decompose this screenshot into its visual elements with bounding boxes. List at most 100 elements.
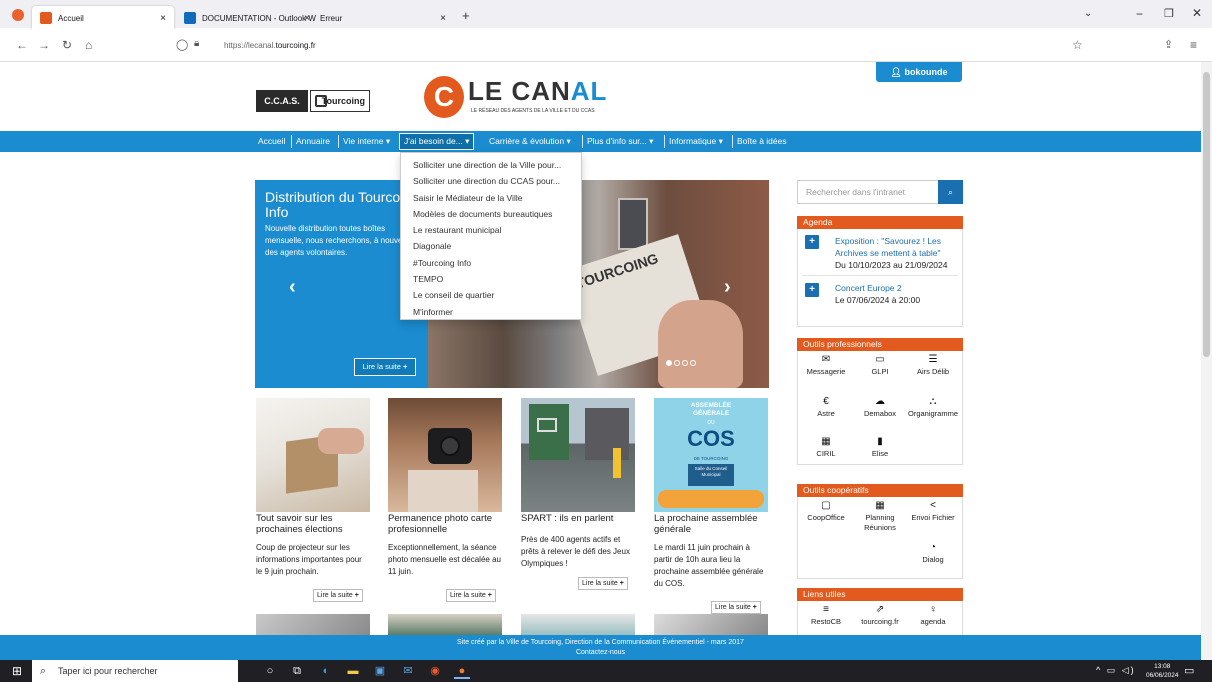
back-icon[interactable]: ← (16, 38, 28, 52)
dropdown-item[interactable]: M'informer (401, 304, 581, 320)
event-title[interactable]: Concert Europe 2 (835, 282, 902, 294)
close-window-icon[interactable]: ✕ (1192, 6, 1202, 20)
home-icon[interactable]: ⌂ (85, 38, 92, 52)
tool-planning-reunions[interactable]: ▦ Planning Réunions (850, 501, 910, 533)
list-tabs-icon[interactable]: ⌄ (1084, 8, 1092, 19)
nav-accueil[interactable]: Accueil (258, 131, 285, 152)
user-menu-button[interactable]: 👤︎ bokounde (876, 62, 962, 82)
tool-coopoffice[interactable]: ▢ CoopOffice (796, 501, 856, 523)
carousel-dot[interactable] (690, 360, 696, 366)
nav-informatique[interactable]: Informatique ▾ (669, 131, 723, 152)
news-image-spart[interactable] (521, 398, 635, 512)
dropdown-item[interactable]: Diagonale (401, 238, 581, 254)
carousel-dot[interactable] (682, 360, 688, 366)
dropdown-item[interactable]: TEMPO (401, 271, 581, 287)
lock-icon[interactable]: 🔒︎ (194, 38, 199, 49)
forward-icon[interactable]: → (38, 38, 50, 52)
contact-link[interactable]: Contactez-nous (0, 648, 1201, 658)
dropdown-item[interactable]: Solliciter une direction de la Ville pou… (401, 157, 581, 173)
link-agenda[interactable]: ♀ agenda (903, 605, 963, 627)
search-button[interactable]: ⌕ (938, 180, 963, 204)
carousel-dot[interactable] (666, 360, 672, 366)
nav-vie-interne[interactable]: Vie interne ▾ (343, 131, 390, 152)
app-menu-icon[interactable]: ≡ (1190, 38, 1197, 52)
nav-jai-besoin-de[interactable]: J'ai besoin de... ▾ (399, 133, 475, 150)
news-title[interactable]: Permanence photo carte profesionnelle (388, 513, 502, 535)
windows-start-icon[interactable]: ⊞ (12, 664, 22, 678)
new-tab-button[interactable]: + (462, 8, 470, 23)
page-scrollbar[interactable] (1201, 62, 1212, 660)
nav-annuaire[interactable]: Annuaire (296, 131, 330, 152)
edge-icon[interactable]: ◐ (318, 663, 334, 679)
carousel-next-icon[interactable]: › (724, 276, 731, 299)
dropdown-item[interactable]: Le conseil de quartier (401, 287, 581, 303)
dropdown-item[interactable]: #Tourcoing Info (401, 255, 581, 271)
read-more-button[interactable]: Lire la suite + (446, 589, 496, 602)
news-title[interactable]: La prochaine assemblée générale (654, 513, 768, 535)
close-tab-icon[interactable]: × (440, 13, 446, 24)
nav-boite-a-idees[interactable]: Boîte à idées (737, 131, 787, 152)
tool-demabox[interactable]: ☁ Demabox (850, 397, 910, 419)
nav-plus-dinfo-sur[interactable]: Plus d'info sur... ▾ (587, 131, 653, 152)
chrome-icon[interactable]: ◉ (427, 663, 443, 679)
restore-icon[interactable]: ❐ (1164, 7, 1174, 20)
firefox-menu-icon[interactable] (12, 9, 24, 21)
read-more-button[interactable]: Lire la suite + (578, 577, 628, 590)
read-more-button[interactable]: Lire la suite + (711, 601, 761, 614)
carousel-dot[interactable] (674, 360, 680, 366)
reload-icon[interactable]: ↻ (62, 38, 72, 52)
extensions-icon[interactable]: ⇪ (1164, 38, 1173, 51)
news-image-photo[interactable] (388, 398, 502, 512)
store-icon[interactable]: ▣ (372, 663, 388, 679)
url-field[interactable]: https://lecanal.tourcoing.fr (224, 36, 1124, 56)
shield-icon[interactable]: ◯ (176, 38, 188, 51)
cortana-icon[interactable]: ○ (262, 663, 278, 679)
nav-carriere-evolution[interactable]: Carrière & évolution ▾ (489, 131, 571, 152)
le-canal-logo-mark[interactable]: C (424, 76, 464, 118)
tool-messagerie[interactable]: ✉ Messagerie (796, 355, 856, 377)
bookmark-star-icon[interactable]: ☆ (1072, 38, 1083, 52)
firefox-icon[interactable]: ● (454, 663, 470, 679)
mail-icon[interactable]: ✉ (400, 663, 416, 679)
scrollbar-thumb[interactable] (1203, 72, 1210, 357)
intranet-search-input[interactable]: Rechercher dans l'intranet (797, 180, 939, 204)
news-title[interactable]: SPART : ils en parlent (521, 513, 635, 524)
minimize-icon[interactable]: − (1136, 7, 1143, 21)
news-image-cos-poster[interactable]: ASSEMBLÉE GÉNÉRALE DU COS DE TOURCOING S… (654, 398, 768, 512)
tool-ciril[interactable]: ▦ CIRIL (796, 437, 856, 459)
close-tab-icon[interactable]: × (160, 13, 166, 24)
event-title[interactable]: Exposition : "Savourez ! Les Archives se… (835, 235, 957, 259)
close-tab-icon[interactable]: × (304, 13, 310, 24)
tool-organigramme[interactable]: ⛬ Organigramme (903, 397, 963, 419)
carousel-prev-icon[interactable]: ‹ (289, 276, 296, 299)
tool-astre[interactable]: € Astre (796, 397, 856, 419)
tool-elise[interactable]: ▮ Elise (850, 437, 910, 459)
dropdown-item[interactable]: Saisir le Médiateur de la Ville (401, 190, 581, 206)
calendar-plus-icon: + (805, 283, 819, 297)
tool-airs-delib[interactable]: ☰ Airs Délib (903, 355, 963, 377)
file-explorer-icon[interactable]: ▬ (345, 663, 361, 679)
tab-outlook[interactable]: DOCUMENTATION - Outlook W × (176, 6, 318, 30)
news-title[interactable]: Tout savoir sur les prochaines élections (256, 513, 370, 535)
task-view-icon[interactable]: ⧉ (289, 663, 305, 679)
tab-erreur[interactable]: Erreur × (312, 6, 454, 30)
system-tray-icons[interactable]: ^ ▭ ◁) (1096, 665, 1136, 676)
le-canal-logo-text[interactable]: LE CANAL (468, 76, 607, 107)
notification-icon[interactable]: ▭ (1184, 664, 1194, 677)
dropdown-item[interactable]: Le restaurant municipal (401, 222, 581, 238)
tool-envoi-fichier[interactable]: < Envoi Fichier (903, 501, 963, 523)
tab-accueil[interactable]: Accueil × (32, 6, 174, 30)
link-restocb[interactable]: ≡ RestoCB (796, 605, 856, 627)
sitemap-icon: ⛬ (929, 396, 937, 407)
news-image-elections[interactable] (256, 398, 370, 512)
read-more-button[interactable]: Lire la suite + (313, 589, 363, 602)
dropdown-item[interactable]: Modèles de documents bureautiques (401, 206, 581, 222)
dropdown-item[interactable]: Solliciter une direction du CCAS pour... (401, 173, 581, 189)
tool-dialog[interactable]: ◔ Dialog (903, 543, 963, 565)
taskbar-clock[interactable]: 13:08 06/06/2024 (1146, 662, 1179, 680)
link-tourcoing-fr[interactable]: ⇗ tourcoing.fr (850, 605, 910, 627)
carousel-read-more-button[interactable]: Lire la suite + (354, 358, 416, 376)
taskbar-search-input[interactable]: ⌕ Taper ici pour rechercher (32, 660, 238, 682)
tool-glpi[interactable]: ▭ GLPI (850, 355, 910, 377)
window-shape (618, 198, 648, 250)
